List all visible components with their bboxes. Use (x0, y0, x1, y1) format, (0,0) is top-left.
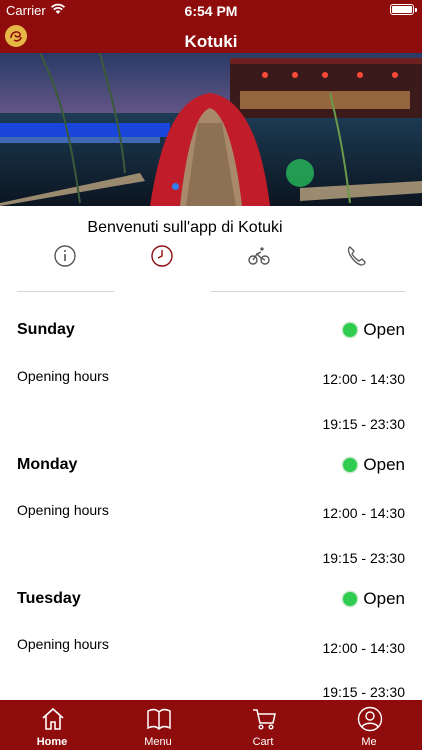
tab-label: Menu (144, 736, 172, 748)
tab-label: Me (361, 736, 377, 748)
status-time: 6:54 PM (184, 3, 238, 19)
tab-cart[interactable]: Cart (223, 700, 303, 750)
time-slot: 19:15 - 23:30 (322, 416, 405, 432)
home-icon (42, 707, 64, 730)
tab-underline-right (211, 291, 405, 292)
book-icon (147, 708, 171, 731)
tab-label: Cart (252, 736, 274, 748)
cart-icon (253, 709, 276, 730)
tab-home[interactable]: Home (12, 700, 92, 750)
day-name: Monday (17, 456, 78, 473)
bicycle-icon[interactable] (247, 244, 271, 268)
opening-hours-label: Opening hours (17, 502, 109, 518)
day-name: Sunday (17, 321, 75, 338)
time-slot: 19:15 - 23:30 (322, 684, 405, 700)
time-slot: 19:15 - 23:30 (322, 550, 405, 566)
time-slot: 12:00 - 14:30 (322, 640, 405, 656)
open-indicator-icon (343, 458, 358, 472)
welcome-text: Benvenuti sull'app di Kotuki (87, 219, 283, 236)
open-status: Open (343, 455, 405, 475)
battery-icon (390, 4, 417, 15)
info-circle-icon[interactable] (53, 244, 77, 268)
tab-underline-left (17, 291, 114, 292)
tab-label: Home (36, 736, 68, 748)
open-indicator-icon (343, 323, 358, 337)
opening-hours-label: Opening hours (17, 636, 109, 652)
hero-image[interactable] (0, 53, 422, 206)
status-bar: Carrier 6:54 PM (0, 0, 422, 22)
time-slot: 12:00 - 14:30 (322, 371, 405, 387)
carousel-indicator[interactable] (172, 183, 179, 190)
phone-icon[interactable] (344, 244, 368, 268)
time-slot: 12:00 - 14:30 (322, 505, 405, 521)
open-status: Open (343, 589, 405, 609)
user-icon (357, 706, 383, 732)
tab-menu[interactable]: Menu (118, 700, 198, 750)
nav-bar: Carrier 6:54 PM Kotuki (0, 0, 422, 53)
open-status: Open (343, 320, 405, 340)
open-indicator-icon (343, 592, 358, 606)
page-title: Kotuki (184, 32, 238, 51)
opening-hours-label: Opening hours (17, 368, 109, 384)
day-name: Tuesday (17, 590, 81, 607)
tab-me[interactable]: Me (329, 700, 409, 750)
bottom-tab-bar: Home Menu Cart Me (0, 700, 422, 750)
clock-icon[interactable] (150, 244, 174, 268)
